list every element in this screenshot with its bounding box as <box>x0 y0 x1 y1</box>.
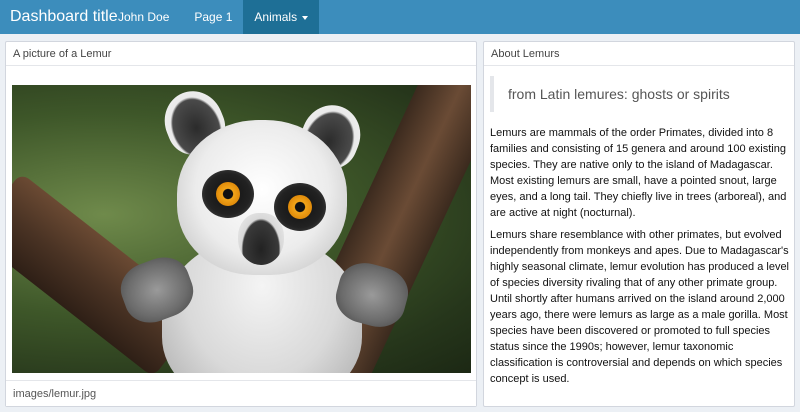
nav-item-label: Animals <box>254 10 298 24</box>
about-text: Lemurs are mammals of the order Primates… <box>490 125 792 393</box>
nav-item-label: Page 1 <box>194 10 233 24</box>
lemur-eye-right <box>288 195 312 219</box>
blockquote: from Latin lemures: ghosts or spirits <box>490 76 793 112</box>
nav-item-animals[interactable]: Animals <box>243 0 320 34</box>
lemur-eye-left <box>216 182 240 206</box>
user-name: John Doe <box>118 10 170 24</box>
about-lemurs-box: About Lemurs from Latin lemures: ghosts … <box>483 41 795 407</box>
lemur-image <box>12 85 471 373</box>
caret-down-icon <box>302 15 309 20</box>
nav-item-page-1[interactable]: Page 1 <box>183 0 243 34</box>
box-title: About Lemurs <box>484 42 794 66</box>
paragraph: Lemurs are mammals of the order Primates… <box>490 127 787 220</box>
dashboard-title[interactable]: Dashboard title <box>0 8 118 26</box>
box-title: A picture of a Lemur <box>6 42 476 66</box>
top-navbar: Dashboard title John Doe Page 1 Animals <box>0 0 800 34</box>
lemur-muzzle <box>238 213 284 265</box>
paragraph: Lemurs share resemblance with other prim… <box>490 228 790 386</box>
lemur-picture-box: A picture of a Lemur images/lemur.jpg <box>5 41 477 407</box>
image-path-footer: images/lemur.jpg <box>6 380 476 406</box>
